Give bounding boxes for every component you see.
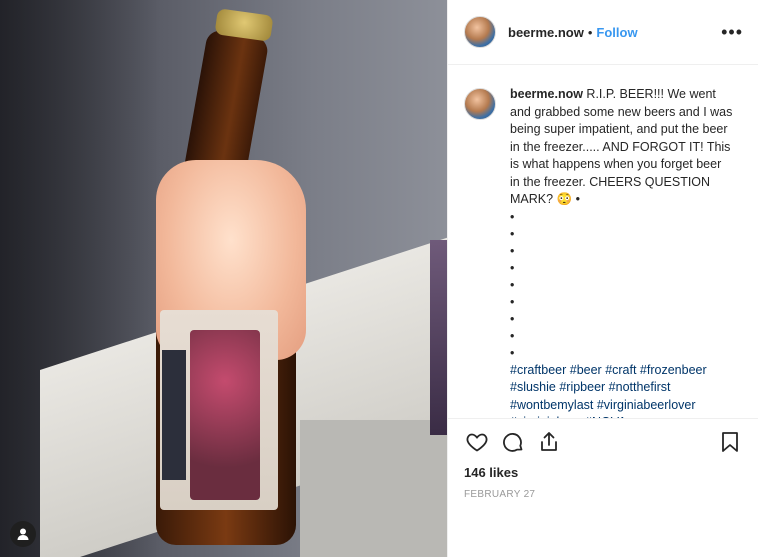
- bottle-label-brand: [162, 350, 186, 480]
- post-header: beerme.now • Follow •••: [448, 0, 758, 65]
- caption-bullet: •: [510, 294, 515, 309]
- caption-bullet: •: [510, 209, 515, 224]
- caption-bullet: •: [510, 311, 515, 326]
- caption-hashtags[interactable]: #craftbeer #beer #craft #frozenbeer #slu…: [510, 362, 734, 419]
- share-icon[interactable]: [536, 429, 562, 455]
- user-icon[interactable]: [10, 521, 36, 547]
- more-icon[interactable]: •••: [721, 23, 743, 41]
- post-photo[interactable]: [0, 0, 447, 557]
- caption-bullet: •: [510, 277, 515, 292]
- caption-bullet: •: [510, 345, 515, 360]
- bottle-label-art: [190, 330, 260, 500]
- bottle-label: [160, 310, 278, 510]
- follow-button[interactable]: Follow: [596, 25, 637, 40]
- caption-text: beerme.now R.I.P. BEER!!! We went and gr…: [510, 86, 734, 418]
- avatar[interactable]: [464, 16, 496, 48]
- action-icons: [464, 429, 743, 455]
- photo-book: [430, 240, 447, 435]
- photo-beer-bottle: [150, 8, 310, 555]
- photo-shelf-front: [300, 420, 447, 557]
- caption-bullet: •: [510, 328, 515, 343]
- header-username[interactable]: beerme.now: [508, 25, 584, 40]
- caption-username[interactable]: beerme.now: [510, 87, 583, 101]
- caption-bullet: •: [510, 226, 515, 241]
- likes-count[interactable]: 146 likes: [464, 465, 743, 480]
- caption-bullet: •: [510, 243, 515, 258]
- comments-section[interactable]: beerme.now R.I.P. BEER!!! We went and gr…: [448, 66, 758, 418]
- caption-bullet: •: [510, 260, 515, 275]
- caption-avatar[interactable]: [464, 88, 496, 120]
- post-date: FEBRUARY 27: [464, 489, 536, 500]
- caption-bullets: • • • • • • • • •: [510, 209, 734, 362]
- bookmark-icon[interactable]: [717, 429, 743, 455]
- caption: beerme.now R.I.P. BEER!!! We went and gr…: [464, 86, 743, 418]
- comment-icon[interactable]: [500, 429, 526, 455]
- heart-icon[interactable]: [464, 429, 490, 455]
- caption-body: R.I.P. BEER!!! We went and grabbed some …: [510, 87, 733, 206]
- post-side-panel: beerme.now • Follow ••• beerme.now R.I.P…: [447, 0, 758, 557]
- header-separator: •: [587, 24, 593, 40]
- post-actions: 146 likes FEBRUARY 27: [448, 418, 758, 557]
